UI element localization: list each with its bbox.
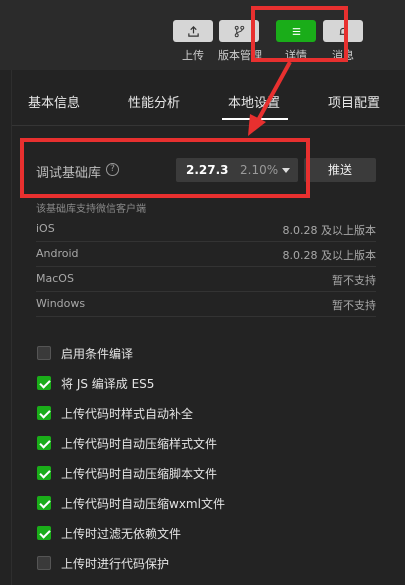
option-minify-script[interactable]: 上传代码时自动压缩脚本文件 [37, 464, 377, 484]
os-value: 暂不支持 [332, 274, 376, 287]
os-value: 暂不支持 [332, 299, 376, 312]
tab-performance[interactable]: 性能分析 [128, 92, 180, 111]
checkbox[interactable] [37, 346, 51, 360]
tab-local-settings[interactable]: 本地设置 [221, 92, 289, 120]
option-filter-unused[interactable]: 上传时过滤无依赖文件 [37, 524, 377, 544]
checkbox[interactable] [37, 526, 51, 540]
os-value: 8.0.28 及以上版本 [282, 249, 376, 262]
branch-icon [234, 25, 244, 37]
option-minify-wxml[interactable]: 上传代码时自动压缩wxml文件 [37, 494, 377, 514]
upload-label: 上传 [182, 49, 204, 62]
tab-project-config[interactable]: 项目配置 [328, 92, 380, 111]
option-js-to-es5[interactable]: 将 JS 编译成 ES5 [37, 374, 377, 394]
os-support-row: Windows 暂不支持 [36, 293, 376, 317]
checkbox[interactable] [37, 556, 51, 570]
checkbox[interactable] [37, 376, 51, 390]
library-support-note: 该基础库支持微信客户端 [36, 204, 146, 215]
upload-icon [187, 25, 199, 37]
os-name: iOS [36, 222, 55, 235]
os-support-row: MacOS 暂不支持 [36, 268, 376, 292]
option-label: 上传代码时自动压缩脚本文件 [61, 467, 218, 481]
option-label: 上传代码时样式自动补全 [61, 407, 194, 421]
option-label: 启用条件编译 [61, 347, 134, 361]
option-conditional-compile[interactable]: 启用条件编译 [37, 344, 377, 364]
option-code-protect[interactable]: 上传时进行代码保护 [37, 554, 377, 574]
checkbox[interactable] [37, 496, 51, 510]
option-label: 上传代码时自动压缩样式文件 [61, 437, 218, 451]
os-support-row: iOS 8.0.28 及以上版本 [36, 218, 376, 242]
option-label: 上传时进行代码保护 [61, 557, 170, 571]
option-label: 上传代码时自动压缩wxml文件 [61, 497, 225, 511]
tab-bar: 基本信息 性能分析 本地设置 项目配置 [12, 70, 405, 126]
push-button[interactable]: 推送 [304, 158, 376, 182]
option-label: 将 JS 编译成 ES5 [61, 377, 155, 391]
option-label: 上传时过滤无依赖文件 [61, 527, 182, 541]
os-name: Windows [36, 297, 86, 310]
checkbox[interactable] [37, 436, 51, 450]
option-minify-style[interactable]: 上传代码时自动压缩样式文件 [37, 434, 377, 454]
os-name: Android [36, 247, 79, 260]
upload-tool[interactable]: 上传 [172, 20, 214, 63]
checkbox[interactable] [37, 406, 51, 420]
os-value: 8.0.28 及以上版本 [282, 224, 376, 237]
annotation-box-details [251, 6, 348, 62]
upload-button[interactable] [173, 20, 213, 42]
option-style-autoprefix[interactable]: 上传代码时样式自动补全 [37, 404, 377, 424]
os-support-row: Android 8.0.28 及以上版本 [36, 243, 376, 267]
annotation-box-library [20, 138, 310, 198]
checkbox[interactable] [37, 466, 51, 480]
left-edge-strip [0, 70, 12, 585]
os-name: MacOS [36, 272, 74, 285]
tab-basic-info[interactable]: 基本信息 [28, 92, 80, 111]
